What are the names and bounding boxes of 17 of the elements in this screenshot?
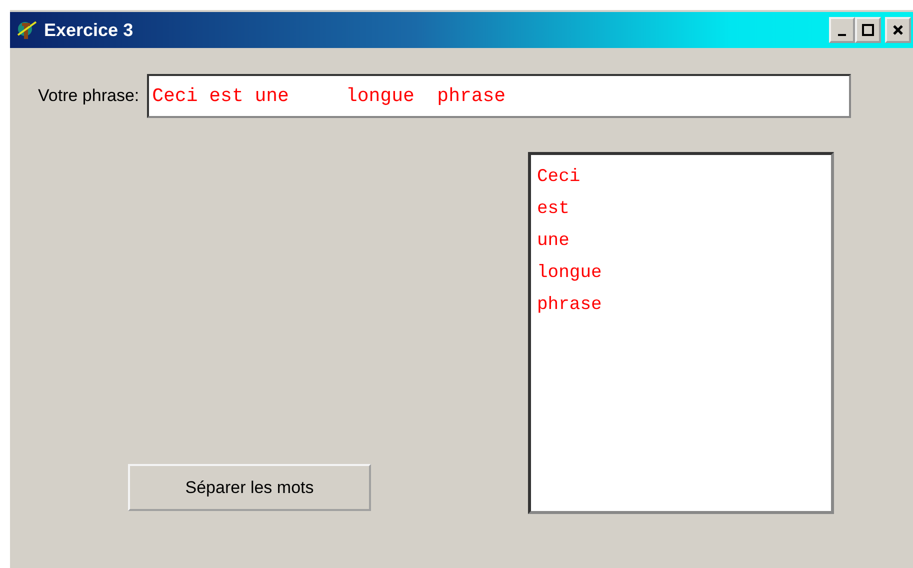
app-icon [16, 19, 38, 41]
word-list[interactable]: Ceci est une longue phrase [528, 152, 834, 514]
phrase-input[interactable]: Ceci est une longue phrase [147, 74, 852, 118]
word-item[interactable]: Ceci [537, 161, 825, 193]
word-item[interactable]: est [537, 193, 825, 225]
word-item[interactable]: une [537, 225, 825, 257]
word-item[interactable]: phrase [537, 289, 825, 321]
minimize-icon [838, 34, 846, 36]
close-button[interactable] [885, 17, 911, 43]
minimize-button[interactable] [829, 17, 855, 43]
separate-words-button[interactable]: Séparer les mots [128, 464, 371, 511]
close-icon [892, 24, 904, 36]
maximize-icon [862, 24, 874, 36]
phrase-label: Votre phrase: [38, 86, 140, 106]
maximize-button[interactable] [855, 17, 881, 43]
word-item[interactable]: longue [537, 257, 825, 289]
window-title: Exercice 3 [44, 20, 134, 40]
